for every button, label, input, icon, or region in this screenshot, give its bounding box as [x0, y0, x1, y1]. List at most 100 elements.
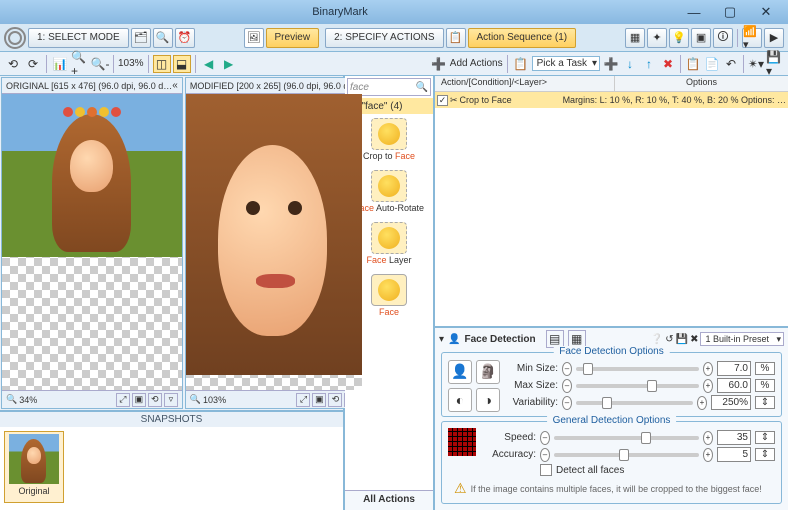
top-tool-4[interactable]: ▣ — [691, 28, 711, 48]
st-zoom-icon[interactable]: 📊 — [51, 55, 69, 73]
speed-inc[interactable]: + — [703, 431, 713, 445]
max-size-dec[interactable]: – — [562, 379, 572, 393]
snapshot-original[interactable]: Original — [4, 431, 64, 503]
max-size-inc[interactable]: + — [703, 379, 713, 393]
acc-spin[interactable]: ⇕ — [755, 448, 775, 461]
delete-preset-icon[interactable]: ✖ — [690, 334, 698, 345]
min-size-unit[interactable]: % — [755, 362, 775, 375]
action-seq-icon[interactable]: 📋 — [446, 28, 466, 48]
tab-action-sequence[interactable]: Action Sequence (1) — [468, 28, 577, 48]
modified-image-area[interactable] — [186, 94, 363, 390]
st-arrow-left-icon[interactable]: ◀ — [200, 55, 218, 73]
left-profile-icon[interactable]: ◐ — [448, 388, 472, 412]
st-zoom-out-icon[interactable]: 🔍- — [91, 55, 109, 73]
frontal-face-icon[interactable]: 👤 — [448, 360, 472, 384]
detect-all-label: Detect all faces — [556, 465, 624, 476]
tab-select-mode[interactable]: 1: SELECT MODE — [28, 28, 129, 48]
search-icon[interactable]: 🔍 — [416, 82, 428, 93]
collapse-icon[interactable]: ▾ — [439, 334, 444, 345]
gd-legend: General Detection Options — [547, 415, 677, 426]
all-actions-button[interactable]: All Actions — [345, 490, 433, 510]
detect-all-checkbox[interactable] — [540, 464, 552, 476]
mod-fit-icon[interactable]: ⤢ — [296, 393, 310, 407]
min-size-dec[interactable]: – — [562, 362, 572, 376]
toolbar-icon-3[interactable]: ⏰ — [175, 28, 195, 48]
acc-inc[interactable]: + — [703, 448, 713, 462]
reset-icon[interactable]: ↺ — [665, 334, 673, 345]
toolbar-icon-2[interactable]: 🔍 — [153, 28, 173, 48]
rt-paste-icon[interactable]: 📄 — [703, 55, 721, 73]
st-next-icon[interactable]: ⟳ — [24, 55, 42, 73]
tab-specify-actions[interactable]: 2: SPECIFY ACTIONS — [325, 28, 443, 48]
st-zoom-in-icon[interactable]: 🔍+ — [71, 55, 89, 73]
top-tool-2[interactable]: ✦ — [647, 28, 667, 48]
acc-value[interactable]: 5 — [717, 447, 751, 462]
speed-dec[interactable]: – — [540, 431, 550, 445]
mod-refresh-icon[interactable]: ⟲ — [328, 393, 342, 407]
orig-menu-icon[interactable]: ▿ — [164, 393, 178, 407]
mod-zoom-label: 103% — [203, 395, 226, 405]
min-size-inc[interactable]: + — [703, 362, 713, 376]
side-face-icon[interactable]: 🗿 — [476, 360, 500, 384]
var-inc[interactable]: + — [697, 396, 707, 410]
rt-more-icon[interactable]: ✴▾ — [747, 55, 765, 73]
right-profile-icon[interactable]: ◑ — [476, 388, 500, 412]
sequence-list-area[interactable] — [435, 108, 788, 326]
acc-dec[interactable]: – — [540, 448, 550, 462]
speed-slider[interactable] — [554, 436, 699, 440]
rt-down-icon[interactable]: ↓ — [621, 55, 639, 73]
face-detection-icon: 👤 — [448, 334, 460, 345]
top-tool-run[interactable]: ▶ — [764, 28, 784, 48]
orig-fit-icon[interactable]: ⤢ — [116, 393, 130, 407]
settings-gear-icon[interactable] — [4, 27, 26, 49]
original-image-area[interactable] — [2, 94, 182, 390]
row1-options: Margins: L: 10 %, R: 10 %, T: 40 %, B: 2… — [563, 95, 786, 105]
help-icon[interactable]: ❔ — [651, 334, 663, 345]
grid-icon — [448, 428, 476, 456]
mod-zoom-icon[interactable]: 🔍 — [190, 394, 201, 405]
save-preset-icon[interactable]: 💾 — [676, 334, 688, 345]
acc-slider[interactable] — [554, 453, 699, 457]
preview-icon[interactable]: 🖼 — [244, 28, 264, 48]
max-size-unit[interactable]: % — [755, 379, 775, 392]
rt-save-icon[interactable]: 💾▾ — [766, 55, 784, 73]
toolbar-icon-1[interactable]: 🗂 — [131, 28, 151, 48]
top-tool-3[interactable]: 💡 — [669, 28, 689, 48]
top-tool-wifi[interactable]: 📶▾ — [742, 28, 762, 48]
st-split-h[interactable]: ◫ — [153, 55, 171, 73]
var-slider[interactable] — [576, 401, 693, 405]
orig-refresh-icon[interactable]: ⟲ — [148, 393, 162, 407]
rt-del-icon[interactable]: ✖ — [659, 55, 677, 73]
var-spin[interactable]: ⇕ — [755, 396, 775, 409]
speed-value[interactable]: 35 — [717, 430, 751, 445]
st-prev-icon[interactable]: ⟲ — [4, 55, 22, 73]
pick-task-dropdown[interactable]: Pick a Task — [532, 56, 600, 71]
orig-zoom-icon[interactable]: 🔍 — [6, 394, 17, 405]
min-size-value[interactable]: 7.0 — [717, 361, 751, 376]
maximize-button[interactable]: ▢ — [712, 2, 748, 22]
close-button[interactable]: ✕ — [748, 2, 784, 22]
var-value[interactable]: 250% — [711, 395, 751, 410]
top-tool-5[interactable]: 🛈 — [713, 28, 733, 48]
st-arrow-right-icon[interactable]: ▶ — [220, 55, 238, 73]
snapshots-panel: SNAPSHOTS Original — [0, 410, 343, 510]
speed-spin[interactable]: ⇕ — [755, 431, 775, 444]
rt-up-icon[interactable]: ↑ — [640, 55, 658, 73]
var-dec[interactable]: – — [562, 396, 572, 410]
preset-dropdown[interactable]: 1 Built-in Preset — [700, 332, 784, 346]
tab-preview[interactable]: Preview — [266, 28, 320, 48]
chevron-left-icon[interactable]: « — [172, 80, 178, 91]
sequence-row-1[interactable]: ✓ ✂ Crop to Face Margins: L: 10 %, R: 10… — [435, 92, 788, 108]
orig-center-icon[interactable]: ▣ — [132, 393, 146, 407]
max-size-slider[interactable] — [576, 384, 699, 388]
max-size-value[interactable]: 60.0 — [717, 378, 751, 393]
rt-undo-icon[interactable]: ↶ — [722, 55, 740, 73]
min-size-slider[interactable] — [576, 367, 699, 371]
top-tool-1[interactable]: ▦ — [625, 28, 645, 48]
minimize-button[interactable]: — — [676, 2, 712, 22]
mod-center-icon[interactable]: ▣ — [312, 393, 326, 407]
rt-copy-icon[interactable]: 📋 — [684, 55, 702, 73]
row1-checkbox[interactable]: ✓ — [437, 95, 448, 106]
rt-add-icon[interactable]: ➕ — [602, 55, 620, 73]
st-split-v[interactable]: ⬓ — [173, 55, 191, 73]
